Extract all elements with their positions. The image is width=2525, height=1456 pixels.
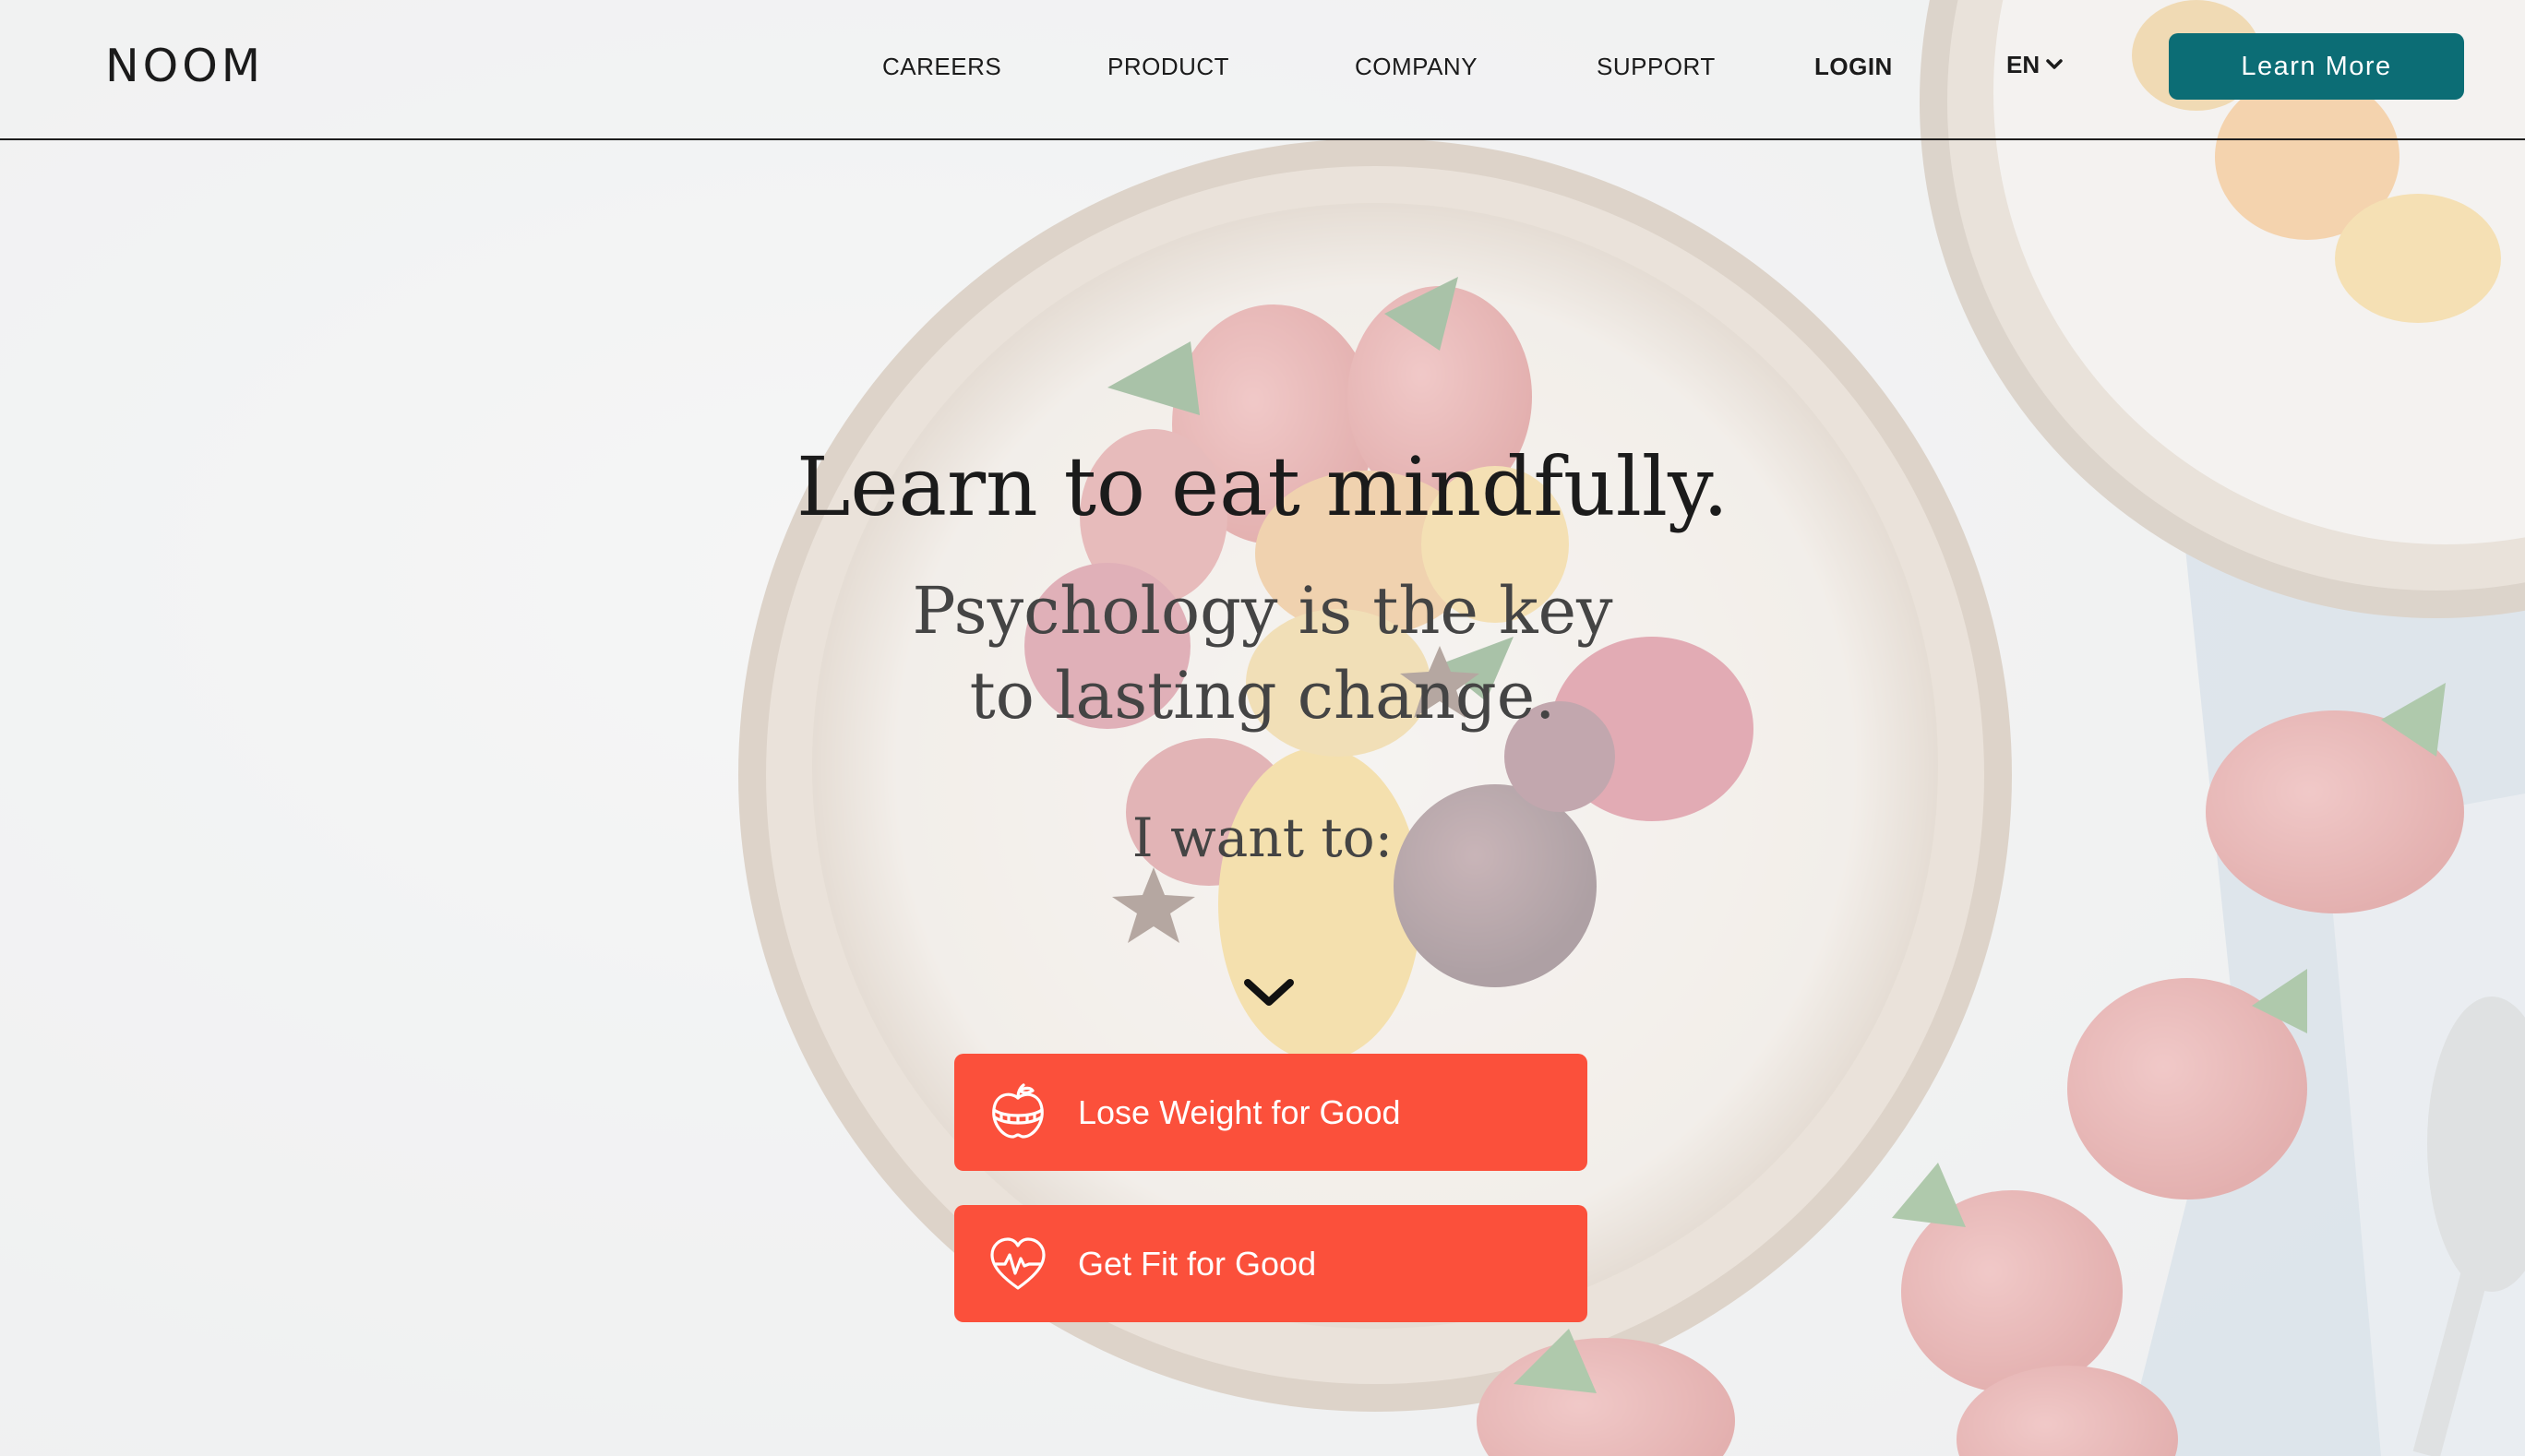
heart-heartbeat-icon: [990, 1236, 1046, 1290]
chevron-down-icon: [2046, 59, 2063, 69]
learn-more-button[interactable]: Learn More: [2169, 33, 2464, 100]
language-code: EN: [2006, 50, 2040, 78]
hero-subtitle-line-2: to lasting change.: [969, 658, 1556, 734]
hero-subtitle-line-1: Psychology is the key: [912, 573, 1613, 649]
nav-careers[interactable]: CAREERS: [882, 52, 1001, 81]
hero-subtitle: Psychology is the key to lasting change.: [893, 568, 1632, 738]
hero-title: Learn to eat mindfully.: [796, 439, 1729, 534]
get-fit-button[interactable]: Get Fit for Good: [954, 1205, 1587, 1322]
lose-weight-label: Lose Weight for Good: [1078, 1092, 1401, 1131]
top-navigation-bar: NOOM CAREERS PRODUCT COMPANY SUPPORT LOG…: [0, 0, 2525, 140]
nav-support[interactable]: SUPPORT: [1597, 52, 1716, 81]
language-selector[interactable]: EN: [2006, 48, 2064, 81]
lose-weight-button[interactable]: Lose Weight for Good: [954, 1054, 1587, 1171]
nav-company[interactable]: COMPANY: [1355, 52, 1478, 81]
get-fit-label: Get Fit for Good: [1078, 1244, 1317, 1283]
goal-prompt: I want to:: [1131, 806, 1394, 869]
apple-measuring-tape-icon: [992, 1082, 1044, 1139]
nav-product[interactable]: PRODUCT: [1107, 52, 1229, 81]
nav-login[interactable]: LOGIN: [1814, 52, 1893, 81]
scroll-down-chevron-icon[interactable]: [1242, 976, 1296, 1009]
noom-logo[interactable]: NOOM: [105, 41, 264, 92]
